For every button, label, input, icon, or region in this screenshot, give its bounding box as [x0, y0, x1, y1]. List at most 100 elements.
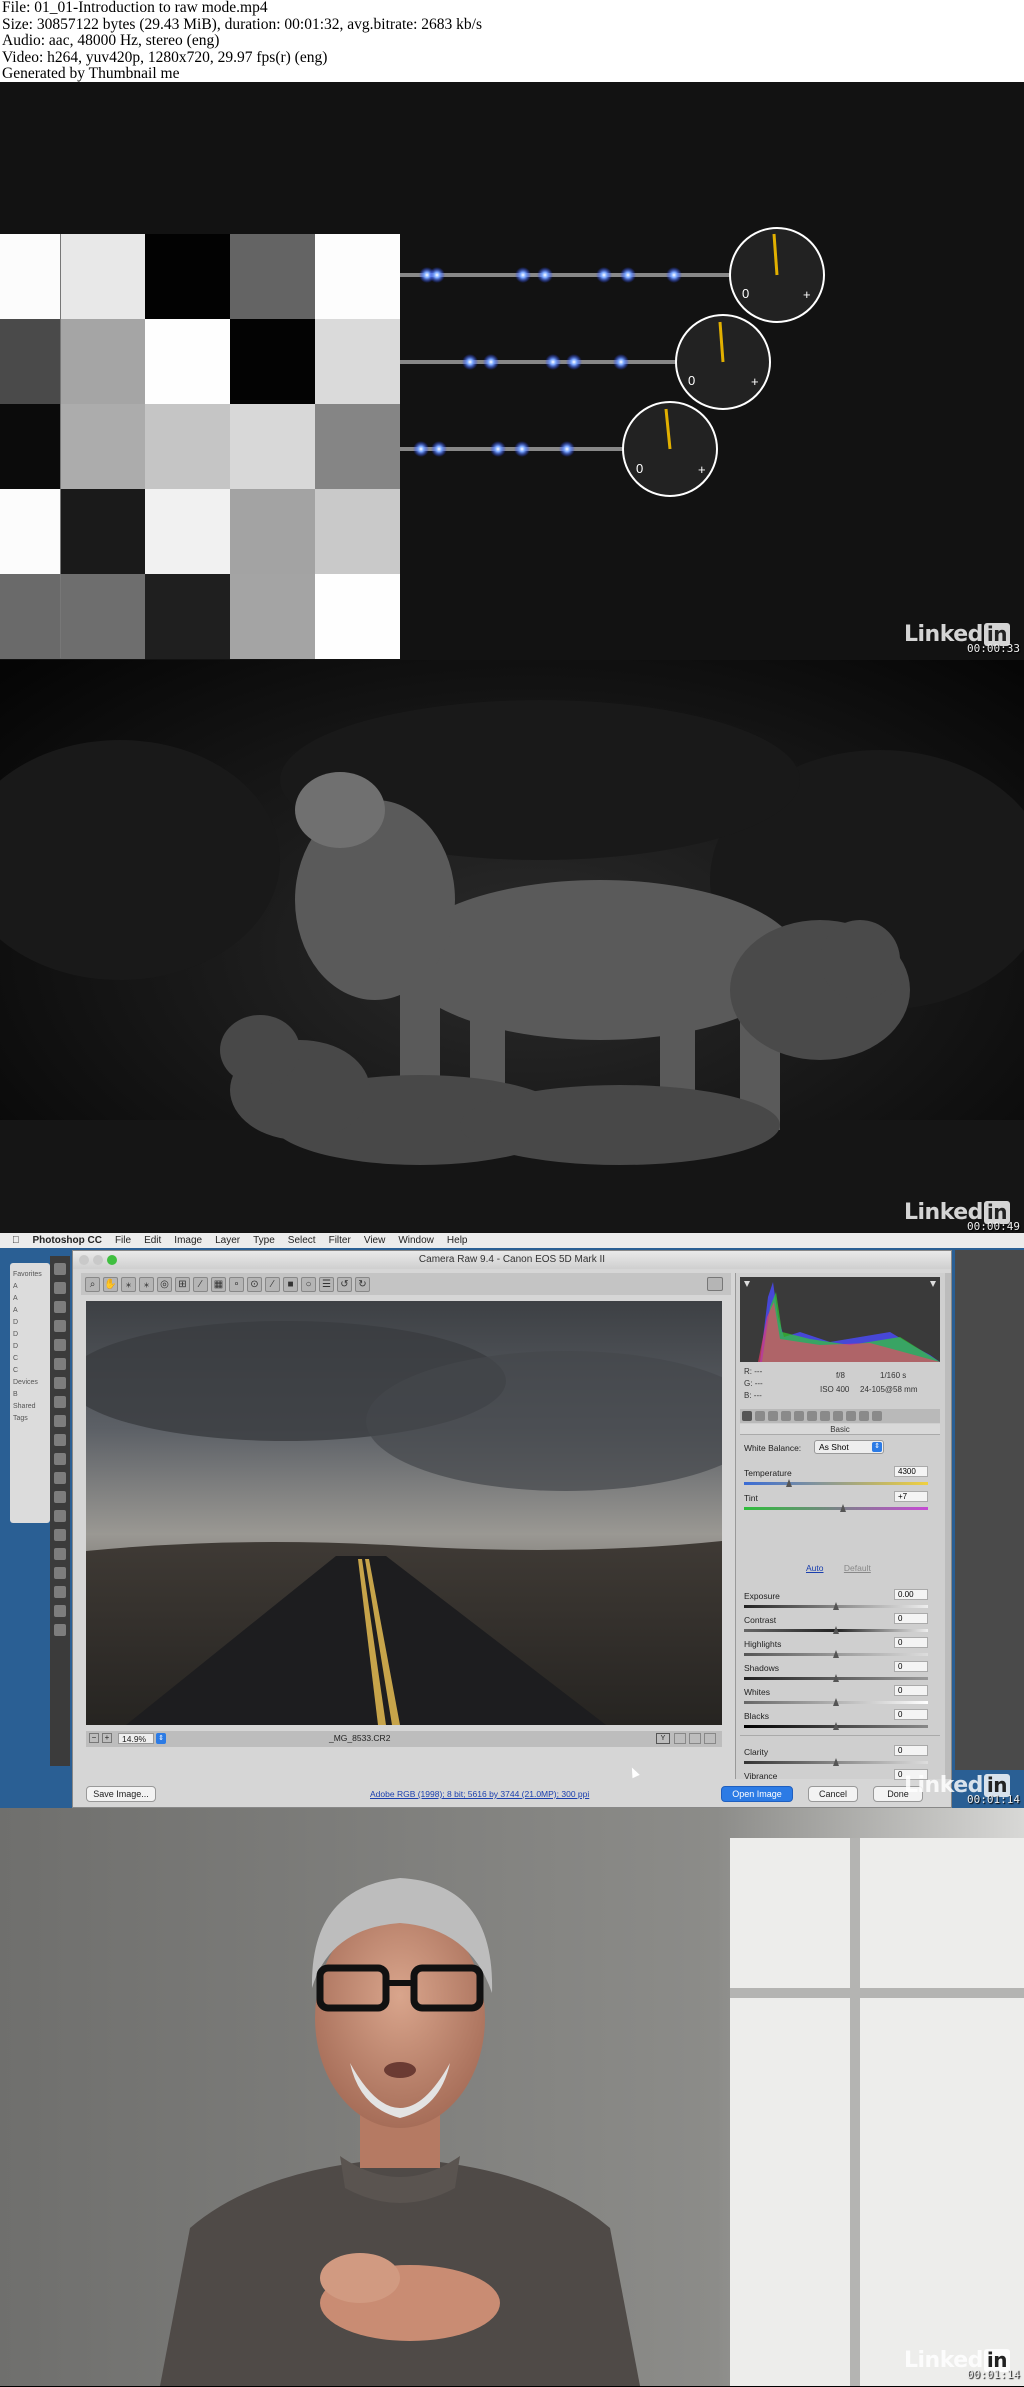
- eyedropper-tool-icon[interactable]: [54, 1358, 66, 1370]
- finder-item[interactable]: A: [13, 1295, 47, 1302]
- zoom-field[interactable]: 14.9%: [118, 1733, 154, 1744]
- gradient-tool-icon[interactable]: [54, 1472, 66, 1484]
- target-adjust-icon[interactable]: ◎: [157, 1276, 172, 1292]
- finder-item[interactable]: B: [13, 1391, 47, 1398]
- highlights-slider[interactable]: Highlights 0: [744, 1637, 936, 1661]
- finder-item[interactable]: D: [13, 1343, 47, 1350]
- preferences-icon[interactable]: ☰: [319, 1276, 334, 1292]
- temperature-slider[interactable]: Temperature 4300: [744, 1466, 936, 1490]
- cancel-button[interactable]: Cancel: [808, 1786, 858, 1802]
- split-toning-tab-icon[interactable]: [794, 1411, 804, 1421]
- clarity-value[interactable]: 0: [894, 1745, 928, 1756]
- menu-select[interactable]: Select: [288, 1235, 316, 1246]
- tint-value[interactable]: +7: [894, 1491, 928, 1502]
- swap-icon[interactable]: [674, 1733, 686, 1744]
- snapshots-tab-icon[interactable]: [872, 1411, 882, 1421]
- straighten-icon[interactable]: ∕: [193, 1276, 208, 1292]
- whites-value[interactable]: 0: [894, 1685, 928, 1696]
- exposure-value[interactable]: 0.00: [894, 1589, 928, 1600]
- detail-tab-icon[interactable]: [768, 1411, 778, 1421]
- basic-tab-icon[interactable]: [742, 1411, 752, 1421]
- hand-tool-icon[interactable]: [54, 1605, 66, 1617]
- menu-window[interactable]: Window: [398, 1235, 434, 1246]
- presets-tab-icon[interactable]: [859, 1411, 869, 1421]
- white-balance-select[interactable]: As Shot ⇕: [814, 1440, 884, 1454]
- wand-tool-icon[interactable]: [54, 1320, 66, 1332]
- heal-tool-icon[interactable]: [54, 1377, 66, 1389]
- shape-tool-icon[interactable]: [54, 1586, 66, 1598]
- contrast-slider[interactable]: Contrast 0: [744, 1613, 936, 1637]
- copy-settings-icon[interactable]: [689, 1733, 701, 1744]
- default-link[interactable]: Default: [844, 1563, 871, 1573]
- camera-calibration-tab-icon[interactable]: [846, 1411, 856, 1421]
- workflow-options-link[interactable]: Adobe RGB (1998); 8 bit; 5616 by 3744 (2…: [370, 1789, 589, 1799]
- radial-filter-icon[interactable]: ○: [301, 1276, 316, 1292]
- zoom-window-button[interactable]: [107, 1255, 117, 1265]
- apple-icon[interactable]: : [12, 1235, 20, 1246]
- finder-item[interactable]: D: [13, 1319, 47, 1326]
- brush-tool-icon[interactable]: [54, 1396, 66, 1408]
- fullscreen-icon[interactable]: [707, 1277, 723, 1291]
- finder-item[interactable]: D: [13, 1331, 47, 1338]
- exposure-slider[interactable]: Exposure 0.00: [744, 1589, 936, 1613]
- color-sampler-icon[interactable]: ⁎: [139, 1276, 154, 1292]
- menu-photoshop[interactable]: Photoshop CC: [33, 1235, 102, 1246]
- move-tool-icon[interactable]: [54, 1263, 66, 1275]
- tone-curve-tab-icon[interactable]: [755, 1411, 765, 1421]
- effects-tab-icon[interactable]: [820, 1411, 830, 1421]
- image-preview[interactable]: [86, 1301, 722, 1725]
- menu-file[interactable]: File: [115, 1235, 131, 1246]
- menu-edit[interactable]: Edit: [144, 1235, 161, 1246]
- save-image-button[interactable]: Save Image...: [86, 1786, 156, 1802]
- menu-help[interactable]: Help: [447, 1235, 468, 1246]
- pen-tool-icon[interactable]: [54, 1529, 66, 1541]
- stamp-tool-icon[interactable]: [54, 1415, 66, 1427]
- menu-image[interactable]: Image: [174, 1235, 202, 1246]
- transform-icon[interactable]: ▦: [211, 1276, 226, 1292]
- dodge-tool-icon[interactable]: [54, 1510, 66, 1522]
- temperature-value[interactable]: 4300: [894, 1466, 928, 1477]
- marquee-tool-icon[interactable]: [54, 1282, 66, 1294]
- white-balance-icon[interactable]: ⁎: [121, 1276, 136, 1292]
- adjustment-brush-icon[interactable]: ∕: [265, 1276, 280, 1292]
- hsl-tab-icon[interactable]: [781, 1411, 791, 1421]
- crop-icon[interactable]: ⊞: [175, 1276, 190, 1292]
- rotate-left-icon[interactable]: ↺: [337, 1276, 352, 1292]
- fx-tab-icon[interactable]: [833, 1411, 843, 1421]
- before-after-icon[interactable]: Y: [656, 1733, 670, 1744]
- history-tool-icon[interactable]: [54, 1434, 66, 1446]
- tint-slider[interactable]: Tint +7: [744, 1491, 936, 1515]
- zoom-dropdown-icon[interactable]: ⇕: [156, 1733, 166, 1744]
- blacks-value[interactable]: 0: [894, 1709, 928, 1720]
- spot-removal-icon[interactable]: ∘: [229, 1276, 244, 1292]
- close-window-button[interactable]: [79, 1255, 89, 1265]
- open-image-button[interactable]: Open Image: [721, 1786, 793, 1802]
- finder-item[interactable]: C: [13, 1355, 47, 1362]
- eraser-tool-icon[interactable]: [54, 1453, 66, 1465]
- hand-icon[interactable]: ✋: [103, 1276, 118, 1292]
- finder-item[interactable]: C: [13, 1367, 47, 1374]
- finder-item[interactable]: A: [13, 1307, 47, 1314]
- lens-tab-icon[interactable]: [807, 1411, 817, 1421]
- shadows-slider[interactable]: Shadows 0: [744, 1661, 936, 1685]
- blur-tool-icon[interactable]: [54, 1491, 66, 1503]
- zoom-in-icon[interactable]: +: [102, 1733, 112, 1743]
- menu-filter[interactable]: Filter: [329, 1235, 351, 1246]
- zoom-icon[interactable]: ⌕: [85, 1276, 100, 1292]
- lasso-tool-icon[interactable]: [54, 1301, 66, 1313]
- finder-item[interactable]: A: [13, 1283, 47, 1290]
- highlights-value[interactable]: 0: [894, 1637, 928, 1648]
- rotate-right-icon[interactable]: ↻: [355, 1276, 370, 1292]
- crop-tool-icon[interactable]: [54, 1339, 66, 1351]
- minimize-window-button[interactable]: [93, 1255, 103, 1265]
- menu-view[interactable]: View: [364, 1235, 386, 1246]
- blacks-slider[interactable]: Blacks 0: [744, 1709, 936, 1733]
- red-eye-icon[interactable]: ⊙: [247, 1276, 262, 1292]
- graduated-filter-icon[interactable]: ■: [283, 1276, 298, 1292]
- menu-layer[interactable]: Layer: [215, 1235, 240, 1246]
- shadows-value[interactable]: 0: [894, 1661, 928, 1672]
- clarity-slider[interactable]: Clarity 0: [744, 1745, 936, 1769]
- type-tool-icon[interactable]: [54, 1548, 66, 1560]
- toggle-preview-icon[interactable]: [704, 1733, 716, 1744]
- path-tool-icon[interactable]: [54, 1567, 66, 1579]
